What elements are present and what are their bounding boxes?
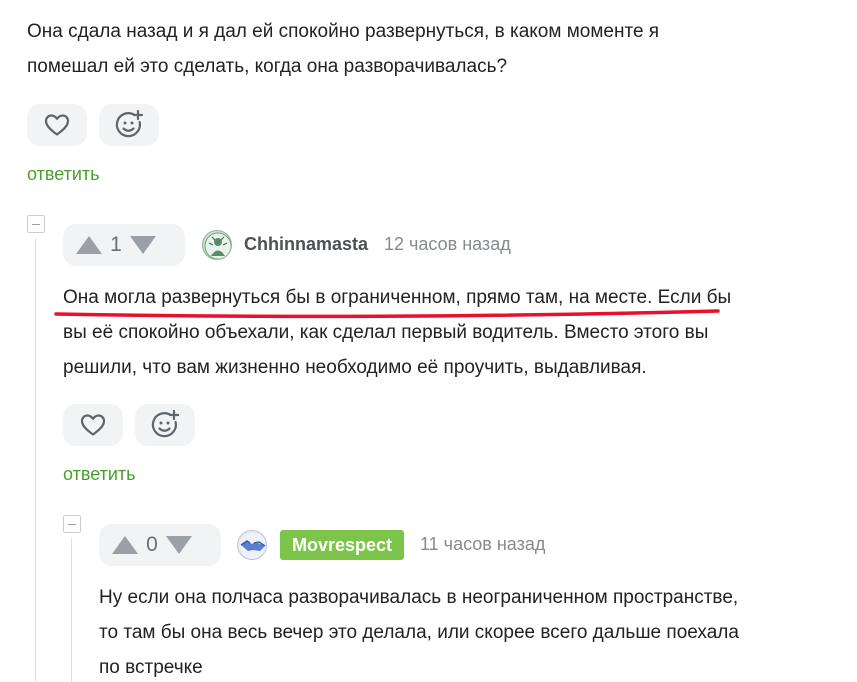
react-button[interactable] (135, 404, 195, 446)
vote-box-comment-2: 0 (99, 524, 221, 566)
thread-line-comment-2[interactable] (71, 538, 72, 682)
comment-2-text: Ну если она полчаса разворачивалась в не… (99, 580, 839, 682)
avatar[interactable] (237, 530, 267, 560)
comment-2-line-1: Ну если она полчаса разворачивалась в не… (99, 587, 739, 608)
smiley-plus-icon (151, 410, 180, 438)
rating-count: 0 (146, 533, 158, 556)
timestamp: 11 часов назад (420, 534, 546, 554)
collapse-toggle-comment-2[interactable] (63, 515, 81, 533)
heart-icon (80, 414, 106, 436)
triangle-up-icon[interactable] (111, 535, 139, 555)
triangle-down-icon[interactable] (165, 535, 193, 555)
username-badge[interactable]: Movrespect (280, 530, 405, 560)
comment-2-line-2: то там бы она весь вечер это делала, или… (99, 622, 739, 643)
like-button[interactable] (63, 404, 123, 446)
comment-2-line-3: по встречке (99, 657, 203, 678)
reply-link-comment-1[interactable]: ответить (63, 464, 136, 485)
